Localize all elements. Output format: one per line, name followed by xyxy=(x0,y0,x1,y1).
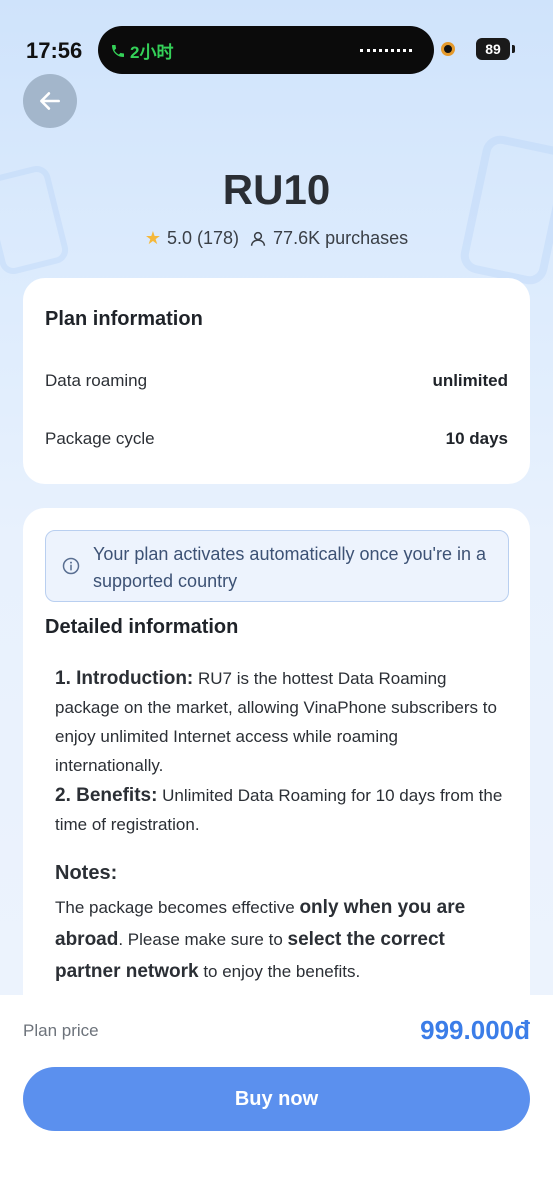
detail-title: Detailed information xyxy=(45,616,239,638)
plan-meta: ★ 5.0 (178) 77.6K purchases xyxy=(0,228,553,249)
star-icon: ★ xyxy=(144,228,161,248)
rating-text: 5.0 (178) xyxy=(167,228,240,248)
data-roaming-value: unlimited xyxy=(432,371,508,390)
notes-paragraph: The package becomes effective only when … xyxy=(55,892,505,988)
rating: ★ 5.0 (178) xyxy=(145,228,239,249)
price-label: Plan price xyxy=(23,1021,99,1040)
notes-text-1: The package becomes effective xyxy=(55,898,300,917)
introduction-paragraph: 1. Introduction: RU7 is the hottest Data… xyxy=(55,664,505,780)
battery-indicator: 89 xyxy=(476,38,515,60)
call-duration: 2小时 xyxy=(130,43,174,62)
purchases: 77.6K purchases xyxy=(249,228,408,249)
activation-notice: Your plan activates automatically once y… xyxy=(45,530,509,602)
buy-now-button[interactable]: Buy now xyxy=(23,1067,530,1131)
package-cycle-value: 10 days xyxy=(445,429,508,448)
purchases-text: 77.6K purchases xyxy=(273,228,409,248)
status-time: 17:56 xyxy=(26,38,83,63)
data-roaming-label: Data roaming xyxy=(45,371,148,390)
plan-info-title: Plan information xyxy=(45,308,203,330)
privacy-indicator-icon xyxy=(441,42,455,56)
status-bar: 17:56 2小时 89 xyxy=(0,0,553,100)
back-button[interactable] xyxy=(23,74,77,128)
benefits-heading: 2. Benefits: xyxy=(55,785,158,806)
notes-title: Notes: xyxy=(55,862,118,884)
activity-dots xyxy=(360,49,412,52)
benefits-paragraph: 2. Benefits: Unlimited Data Roaming for … xyxy=(55,781,505,839)
user-icon xyxy=(250,231,266,246)
dynamic-island[interactable]: 2小时 xyxy=(98,26,434,74)
introduction-heading: 1. Introduction: xyxy=(55,668,194,689)
info-icon xyxy=(62,557,80,575)
notes-text-2: . Please make sure to xyxy=(118,930,288,949)
price-value: 999.000đ xyxy=(420,1015,530,1045)
notice-text: Your plan activates automatically once y… xyxy=(93,544,487,591)
page-title: RU10 xyxy=(222,166,331,213)
call-indicator: 2小时 xyxy=(110,38,173,63)
arrow-left-icon xyxy=(40,92,60,110)
plan-information-card: Plan information Data roaming unlimited … xyxy=(23,278,530,484)
purchase-bar: Plan price 999.000đ Buy now xyxy=(0,995,553,1200)
notes-text-3: to enjoy the benefits. xyxy=(198,962,361,981)
detailed-information-card: Your plan activates automatically once y… xyxy=(23,508,530,1028)
package-cycle-label: Package cycle xyxy=(45,429,155,448)
phone-icon xyxy=(112,44,124,57)
